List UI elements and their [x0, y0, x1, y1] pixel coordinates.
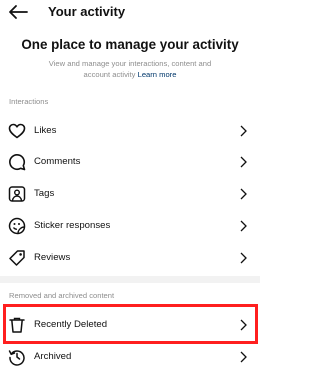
- chevron-right-icon: [240, 220, 247, 232]
- activity-item-sticker-responses[interactable]: Sticker responses: [0, 210, 260, 242]
- learn-more-link[interactable]: Learn more: [138, 70, 177, 79]
- activity-item-label: Sticker responses: [34, 220, 111, 231]
- chevron-right-icon: [240, 252, 247, 264]
- page-title: Your activity: [48, 4, 126, 19]
- section-divider: [0, 276, 260, 283]
- sticker-icon: [8, 217, 26, 235]
- activity-item-archived[interactable]: Archived: [0, 341, 260, 373]
- activity-item-reviews[interactable]: Reviews: [0, 242, 260, 274]
- review-tag-icon: [9, 250, 25, 266]
- archive-history-icon: [8, 350, 25, 366]
- top-bar: Your activity: [0, 0, 260, 24]
- activity-item-label: Reviews: [34, 252, 71, 263]
- chevron-right-icon: [240, 188, 247, 200]
- intro-headline: One place to manage your activity: [21, 37, 239, 52]
- section-label-removed: Removed and archived content: [9, 291, 115, 300]
- heart-icon: [8, 123, 26, 139]
- tag-person-icon: [8, 186, 26, 202]
- back-arrow-icon[interactable]: [8, 4, 28, 20]
- highlight-box: [3, 304, 258, 344]
- comment-bubble-icon: [9, 154, 26, 171]
- activity-item-tags[interactable]: Tags: [0, 178, 260, 210]
- intro-description: View and manage your interactions, conte…: [40, 59, 220, 80]
- activity-item-likes[interactable]: Likes: [0, 115, 260, 147]
- chevron-right-icon: [240, 351, 247, 363]
- intro-description-text: View and manage your interactions, conte…: [48, 59, 212, 79]
- activity-item-label: Archived: [34, 351, 72, 362]
- activity-item-comments[interactable]: Comments: [0, 146, 260, 178]
- activity-item-label: Likes: [34, 125, 57, 136]
- section-label-interactions: Interactions: [9, 97, 49, 106]
- activity-item-label: Comments: [34, 156, 81, 167]
- activity-item-label: Tags: [34, 188, 55, 199]
- chevron-right-icon: [240, 125, 247, 137]
- chevron-right-icon: [240, 156, 247, 168]
